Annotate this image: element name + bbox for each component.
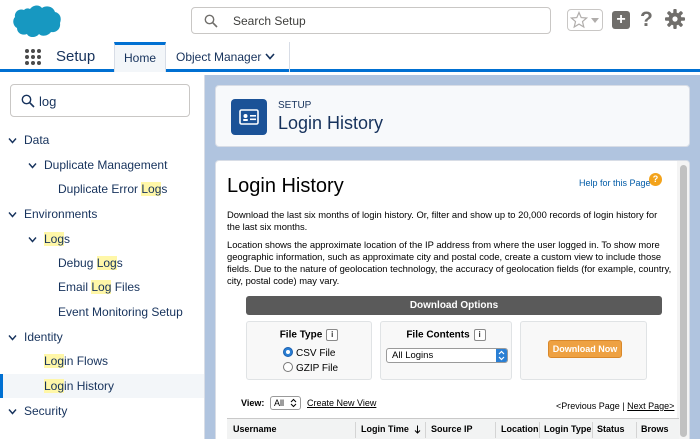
- info-icon[interactable]: i: [326, 329, 339, 341]
- csv-radio-option[interactable]: CSV File: [283, 347, 335, 359]
- csv-label: CSV File: [296, 348, 336, 359]
- chevron-down-icon[interactable]: [265, 53, 275, 60]
- gzip-radio[interactable]: [283, 362, 293, 372]
- tree-item-security[interactable]: Security: [0, 399, 204, 423]
- view-label: View:: [241, 398, 265, 408]
- chevron-down-icon[interactable]: [8, 136, 17, 145]
- select-arrows-icon: [496, 349, 507, 362]
- create-new-view-link[interactable]: Create New View: [307, 398, 376, 408]
- page-title: Login History: [278, 113, 384, 133]
- location-paragraph: Location shows the approximate location …: [227, 239, 672, 286]
- app-name: Setup: [56, 48, 96, 65]
- content-title: Login History: [227, 175, 344, 197]
- next-page-link[interactable]: Next Page>: [627, 401, 674, 411]
- tab-object-manager-label: Object Manager: [176, 50, 262, 64]
- global-actions-plus-icon[interactable]: +: [612, 11, 630, 29]
- salesforce-logo-icon[interactable]: [8, 3, 62, 39]
- tree-item-logs[interactable]: Logs: [0, 227, 204, 251]
- tree-item-login-flows[interactable]: Login Flows: [0, 349, 204, 373]
- favorites-button[interactable]: [567, 9, 603, 31]
- tree-item-duplicate-management[interactable]: Duplicate Management: [0, 153, 204, 177]
- column-header-login-time[interactable]: Login Time: [361, 424, 409, 434]
- download-options-header: Download Options: [246, 296, 662, 315]
- file-contents-label: File Contents: [406, 329, 470, 341]
- tree-item-duplicate-error-logs[interactable]: Duplicate Error Logs: [0, 177, 204, 201]
- sort-descending-icon: [414, 425, 421, 434]
- chevron-down-icon[interactable]: [8, 333, 17, 342]
- global-search-input[interactable]: Search Setup: [191, 7, 551, 34]
- tree-item-event-monitoring-setup[interactable]: Event Monitoring Setup: [0, 300, 204, 324]
- tree-item-data[interactable]: Data: [0, 128, 204, 152]
- gzip-radio-option[interactable]: GZIP File: [283, 362, 338, 374]
- identity-card-icon: [231, 99, 267, 135]
- chevron-down-icon: [591, 18, 599, 23]
- gzip-label: GZIP File: [296, 363, 339, 374]
- column-header-location[interactable]: Location: [501, 424, 539, 434]
- search-icon: [204, 14, 218, 28]
- tree-item-environments[interactable]: Environments: [0, 202, 204, 226]
- view-select-value: All: [274, 398, 285, 408]
- file-type-box: File Type i CSV File GZIP File: [246, 321, 372, 380]
- tree-item-identity[interactable]: Identity: [0, 325, 204, 349]
- column-header-login-type[interactable]: Login Type: [544, 424, 591, 434]
- login-history-table-header: Username Login Time Source IP Location L…: [227, 418, 679, 439]
- column-header-status[interactable]: Status: [597, 424, 625, 434]
- pagination: <Previous Page | Next Page>: [556, 401, 675, 411]
- page-eyebrow: SETUP: [278, 100, 312, 111]
- previous-page-text: <Previous Page: [556, 401, 620, 411]
- info-icon[interactable]: i: [473, 329, 486, 341]
- chevron-down-icon[interactable]: [28, 235, 37, 244]
- file-contents-value: All Logins: [392, 350, 434, 361]
- main-content-area: SETUP Login History Login History Help f…: [205, 75, 700, 439]
- search-placeholder: Search Setup: [233, 14, 306, 28]
- tab-home[interactable]: Home: [114, 42, 166, 72]
- view-controls: View: All Create New View: [241, 396, 376, 410]
- view-select[interactable]: All: [270, 396, 301, 410]
- help-question-icon[interactable]: ?: [649, 173, 662, 186]
- chevron-down-icon[interactable]: [8, 210, 17, 219]
- search-icon: [21, 94, 35, 108]
- quick-find-input[interactable]: log: [10, 84, 190, 117]
- help-icon[interactable]: ?: [640, 8, 653, 32]
- download-button-box: Download Now: [520, 321, 647, 380]
- download-now-button[interactable]: Download Now: [548, 340, 622, 358]
- tree-item-debug-logs[interactable]: Debug Logs: [0, 251, 204, 275]
- tree-item-email-log-files[interactable]: Email Log Files: [0, 275, 204, 299]
- chevron-down-icon[interactable]: [8, 407, 17, 416]
- file-type-label: File Type: [279, 329, 323, 341]
- tree-item-login-history[interactable]: Login History: [0, 374, 204, 398]
- setup-sidebar: log Data Duplicate Management Duplicate …: [0, 75, 205, 439]
- description-paragraph: Download the last six months of login hi…: [227, 209, 658, 232]
- select-arrows-icon: [290, 398, 297, 408]
- quick-find-value: log: [39, 94, 57, 109]
- file-contents-select[interactable]: All Logins: [386, 348, 508, 363]
- file-contents-box: File Contents i All Logins: [380, 321, 512, 380]
- classic-content-frame: Login History Help for this Page ? Downl…: [215, 160, 690, 439]
- column-header-browser[interactable]: Brows: [641, 424, 669, 434]
- vertical-scrollbar[interactable]: [677, 161, 689, 439]
- tab-object-manager[interactable]: Object Manager: [166, 42, 290, 72]
- scrollbar-thumb[interactable]: [680, 165, 687, 437]
- app-navigation-bar: Setup Home Object Manager: [0, 42, 700, 72]
- gear-icon[interactable]: [664, 8, 686, 30]
- csv-radio[interactable]: [283, 347, 293, 357]
- star-icon: [570, 11, 588, 29]
- page-header: SETUP Login History: [215, 85, 690, 147]
- global-header: Search Setup + ?: [0, 0, 700, 42]
- app-launcher-icon[interactable]: [25, 49, 41, 65]
- column-header-source-ip[interactable]: Source IP: [431, 424, 473, 434]
- help-for-this-page-link[interactable]: Help for this Page: [579, 178, 651, 188]
- chevron-down-icon[interactable]: [28, 161, 37, 170]
- column-header-username[interactable]: Username: [233, 424, 277, 434]
